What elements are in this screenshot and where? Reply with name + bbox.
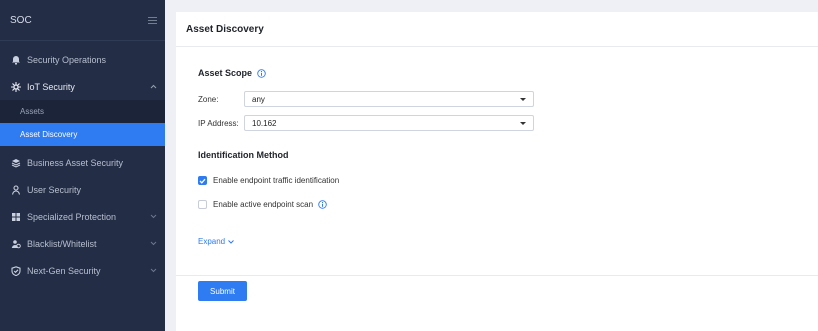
zone-select[interactable]: any	[244, 91, 534, 107]
main-panel: Asset Discovery Asset Scope Zone: any IP…	[176, 12, 818, 331]
ip-address-value: 10.162	[252, 118, 277, 128]
caret-down-icon	[520, 97, 526, 101]
sidebar-item-specialized-protection[interactable]: Specialized Protection	[0, 203, 165, 230]
sidebar-item-iot-security[interactable]: IoT Security	[0, 73, 165, 100]
app-title: SOC	[10, 14, 32, 26]
ip-address-row: IP Address: 10.162	[198, 115, 534, 131]
zone-row: Zone: any	[198, 91, 534, 107]
expand-label: Expand	[198, 237, 226, 246]
sidebar-item-label: Blacklist/Whitelist	[27, 238, 97, 249]
sidebar-item-next-gen-security[interactable]: Next-Gen Security	[0, 257, 165, 284]
info-icon[interactable]	[318, 200, 327, 209]
checkbox-unchecked-icon[interactable]	[198, 200, 207, 209]
active-scan-checkbox[interactable]: Enable active endpoint scan	[198, 200, 327, 209]
chevron-down-icon	[228, 239, 234, 244]
zone-label: Zone:	[198, 94, 219, 104]
zone-select-value: any	[252, 94, 265, 104]
identification-method-title: Identification Method	[198, 150, 289, 160]
sidebar-subitem-asset-discovery[interactable]: Asset Discovery	[0, 123, 165, 146]
expand-link[interactable]: Expand	[198, 237, 235, 246]
sidebar-item-blacklist-whitelist[interactable]: Blacklist/Whitelist	[0, 230, 165, 257]
sidebar-item-label: Specialized Protection	[27, 211, 117, 222]
iot-icon	[10, 81, 21, 92]
asset-scope-title: Asset Scope	[198, 68, 253, 78]
caret-down-icon	[520, 121, 526, 125]
sidebar-item-label: IoT Security	[27, 81, 75, 92]
users-icon	[10, 238, 21, 249]
chevron-down-icon	[149, 213, 157, 221]
active-scan-label: Enable active endpoint scan	[213, 200, 314, 209]
sidebar-subitem-assets[interactable]: Assets	[0, 100, 165, 123]
submit-button[interactable]: Submit	[198, 281, 247, 301]
page-title: Asset Discovery	[176, 12, 818, 47]
sidebar-header: SOC	[0, 0, 165, 41]
shield-icon	[10, 265, 21, 276]
grid-icon	[10, 211, 21, 222]
sidebar: SOC Security Operations IoT Security Ass…	[0, 0, 165, 331]
divider	[176, 275, 818, 276]
sidebar-item-label: Next-Gen Security	[27, 265, 101, 276]
chevron-down-icon	[149, 240, 157, 248]
ip-address-label: IP Address:	[198, 118, 239, 128]
sidebar-submenu-iot: Assets Asset Discovery	[0, 100, 165, 146]
checkbox-checked-icon[interactable]	[198, 176, 207, 185]
sidebar-item-security-operations[interactable]: Security Operations	[0, 46, 165, 73]
user-icon	[10, 184, 21, 195]
traffic-identification-checkbox[interactable]: Enable endpoint traffic identification	[198, 176, 339, 185]
sidebar-item-label: Business Asset Security	[27, 157, 124, 168]
layers-icon	[10, 157, 21, 168]
chevron-down-icon	[149, 267, 157, 275]
info-icon[interactable]	[257, 68, 266, 78]
sidebar-item-business-asset-security[interactable]: Business Asset Security	[0, 149, 165, 176]
top-bar	[165, 0, 818, 6]
chevron-up-icon	[149, 83, 157, 91]
traffic-identification-label: Enable endpoint traffic identification	[213, 176, 340, 185]
menu-collapse-icon[interactable]	[148, 16, 157, 24]
sidebar-item-label: User Security	[27, 184, 82, 195]
sidebar-item-label: Security Operations	[27, 54, 107, 65]
ip-address-select[interactable]: 10.162	[244, 115, 534, 131]
asset-scope-section: Asset Scope	[198, 68, 266, 78]
bell-icon	[10, 54, 21, 65]
sidebar-item-user-security[interactable]: User Security	[0, 176, 165, 203]
